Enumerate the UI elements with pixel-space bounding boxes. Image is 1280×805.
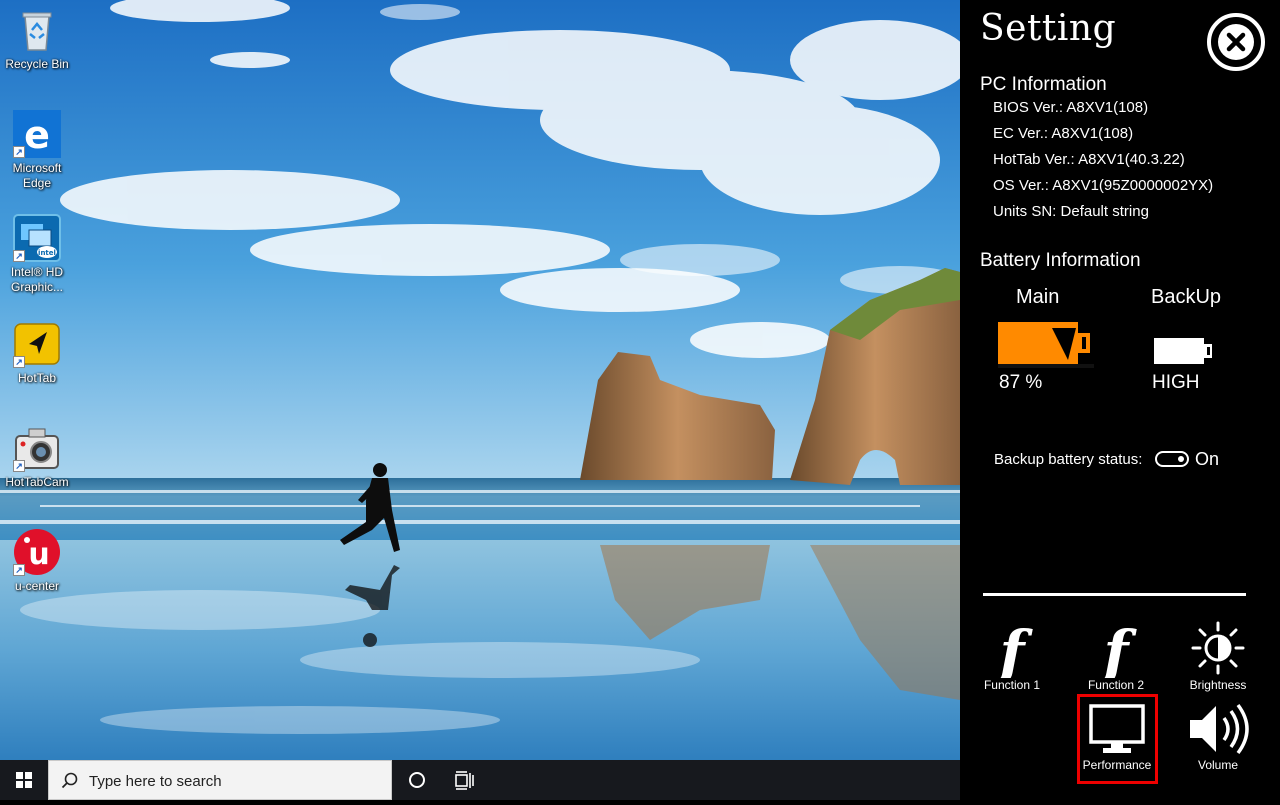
backup-battery-toggle[interactable] bbox=[1155, 451, 1189, 467]
hottab-icon: ↗ bbox=[13, 320, 61, 368]
tile-function-2[interactable]: f Function 2 bbox=[1076, 618, 1156, 692]
hottab-settings-panel: Setting PC Information BIOS Ver.: A8XV1(… bbox=[960, 0, 1280, 800]
desktop-icon-label: HotTabCam bbox=[5, 475, 69, 489]
os-version-line: OS Ver.: A8XV1(95Z0000002YX) bbox=[993, 177, 1213, 194]
info-value: Default string bbox=[1060, 203, 1149, 220]
monitor-icon bbox=[1077, 700, 1157, 758]
info-key: BIOS Ver.: bbox=[993, 99, 1064, 116]
desktop-icon-microsoft-edge[interactable]: e ↗ Microsoft Edge bbox=[0, 110, 74, 191]
info-key: EC Ver.: bbox=[993, 125, 1049, 142]
backup-battery-icon bbox=[1154, 336, 1216, 371]
main-battery-icon bbox=[998, 320, 1094, 373]
main-battery-label: Main bbox=[1016, 286, 1060, 308]
camera-icon: ↗ bbox=[13, 424, 61, 472]
bios-version-line: BIOS Ver.: A8XV1(108) bbox=[993, 99, 1148, 116]
svg-text:intel: intel bbox=[38, 249, 56, 257]
svg-text:u: u bbox=[28, 537, 49, 572]
tile-label: Brightness bbox=[1189, 678, 1247, 692]
backup-battery-label: BackUp bbox=[1151, 286, 1222, 308]
brightness-icon bbox=[1178, 620, 1258, 678]
desktop-icon-recycle-bin[interactable]: Recycle Bin bbox=[0, 6, 74, 72]
panel-title: Setting bbox=[980, 8, 1117, 49]
taskbar bbox=[0, 760, 960, 800]
desktop-icon-label: Recycle Bin bbox=[5, 57, 69, 71]
info-key: HotTab Ver.: bbox=[993, 151, 1075, 168]
function-icon: f bbox=[1076, 618, 1156, 686]
desktop-icon-label: Microsoft Edge bbox=[12, 161, 62, 190]
hottab-version-line: HotTab Ver.: A8XV1(40.3.22) bbox=[993, 151, 1185, 168]
panel-divider bbox=[983, 593, 1246, 596]
svg-text:e: e bbox=[24, 113, 50, 157]
main-battery-value: 87 % bbox=[999, 372, 1043, 393]
u-center-icon: u ↗ bbox=[13, 528, 61, 576]
desktop-icon-hottab[interactable]: ↗ HotTab bbox=[0, 320, 74, 386]
tile-label: Function 1 bbox=[983, 678, 1041, 692]
close-icon bbox=[1218, 24, 1254, 60]
cortana-button[interactable] bbox=[398, 760, 436, 800]
tile-volume[interactable]: Volume bbox=[1178, 700, 1258, 772]
pc-info-heading: PC Information bbox=[980, 74, 1107, 95]
function-icon: f bbox=[972, 618, 1052, 686]
intel-graphics-icon: intel ↗ bbox=[13, 214, 61, 262]
edge-icon: e ↗ bbox=[13, 110, 61, 158]
desktop-icon-u-center[interactable]: u ↗ u-center bbox=[0, 528, 74, 594]
info-key: OS Ver.: bbox=[993, 177, 1049, 194]
ec-version-line: EC Ver.: A8XV1(108) bbox=[993, 125, 1133, 142]
desktop-icon-label: u-center bbox=[14, 579, 60, 593]
tile-function-1[interactable]: f Function 1 bbox=[972, 618, 1052, 692]
backup-battery-value: HIGH bbox=[1152, 372, 1200, 393]
cortana-icon bbox=[409, 772, 425, 788]
windows-start-icon bbox=[16, 772, 32, 788]
desktop-icon-label: Intel® HD Graphic... bbox=[10, 265, 64, 294]
search-icon bbox=[61, 772, 79, 795]
close-button[interactable] bbox=[1207, 13, 1265, 71]
tile-label: Volume bbox=[1197, 758, 1239, 772]
desktop-icon-hottabcam[interactable]: ↗ HotTabCam bbox=[0, 424, 74, 490]
desktop-icon-intel-graphics[interactable]: intel ↗ Intel® HD Graphic... bbox=[0, 214, 74, 295]
speaker-icon bbox=[1178, 700, 1258, 758]
tile-performance[interactable]: Performance bbox=[1077, 700, 1157, 772]
taskbar-search-box[interactable] bbox=[48, 760, 392, 800]
svg-text:f: f bbox=[1100, 620, 1138, 678]
battery-info-heading: Battery Information bbox=[980, 250, 1141, 271]
task-view-icon bbox=[455, 771, 474, 790]
svg-text:f: f bbox=[996, 620, 1034, 678]
info-key: Units SN: bbox=[993, 203, 1057, 220]
backup-battery-status-label: Backup battery status: bbox=[994, 451, 1143, 468]
tile-label: Performance bbox=[1082, 758, 1152, 772]
search-input[interactable] bbox=[87, 769, 381, 793]
task-view-button[interactable] bbox=[444, 760, 484, 800]
desktop-icon-label: HotTab bbox=[17, 371, 57, 385]
backup-toggle-state: On bbox=[1195, 449, 1220, 469]
units-sn-line: Units SN: Default string bbox=[993, 203, 1149, 220]
tile-label: Function 2 bbox=[1087, 678, 1145, 692]
info-value: A8XV1(40.3.22) bbox=[1078, 151, 1185, 168]
tile-brightness[interactable]: Brightness bbox=[1178, 620, 1258, 692]
info-value: A8XV1(95Z0000002YX) bbox=[1052, 177, 1214, 194]
desktop-wallpaper bbox=[0, 0, 960, 800]
info-value: A8XV1(108) bbox=[1066, 99, 1149, 116]
info-value: A8XV1(108) bbox=[1051, 125, 1134, 142]
recycle-bin-icon bbox=[13, 6, 61, 54]
start-button[interactable] bbox=[0, 760, 48, 800]
